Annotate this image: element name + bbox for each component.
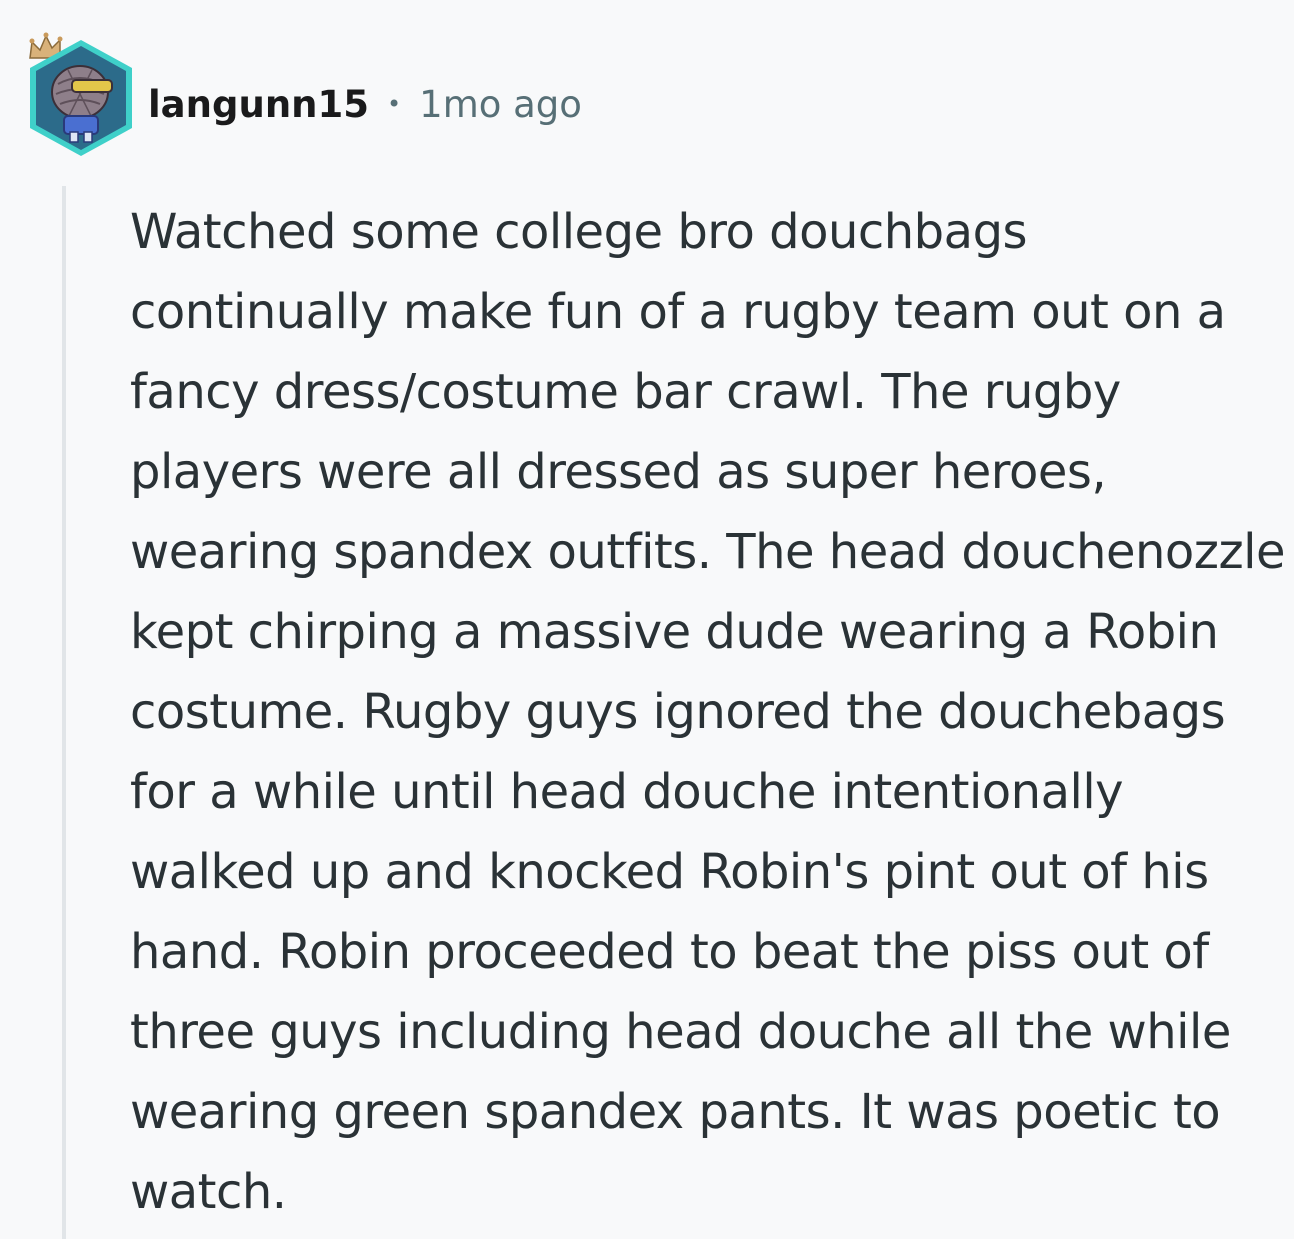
meta-separator: • [387, 90, 402, 118]
timestamp-link[interactable]: 1mo ago [419, 83, 582, 126]
user-avatar[interactable] [22, 28, 140, 158]
snoo-avatar-with-crown-icon [29, 32, 132, 156]
comment-header: langunn15 • 1mo ago [148, 74, 582, 134]
username-link[interactable]: langunn15 [148, 83, 369, 126]
comment-body: Watched some college bro douchbags conti… [130, 204, 1286, 1220]
comment: langunn15 • 1mo ago Watched some college… [0, 0, 1294, 1239]
thread-collapse-line[interactable] [62, 186, 66, 1239]
